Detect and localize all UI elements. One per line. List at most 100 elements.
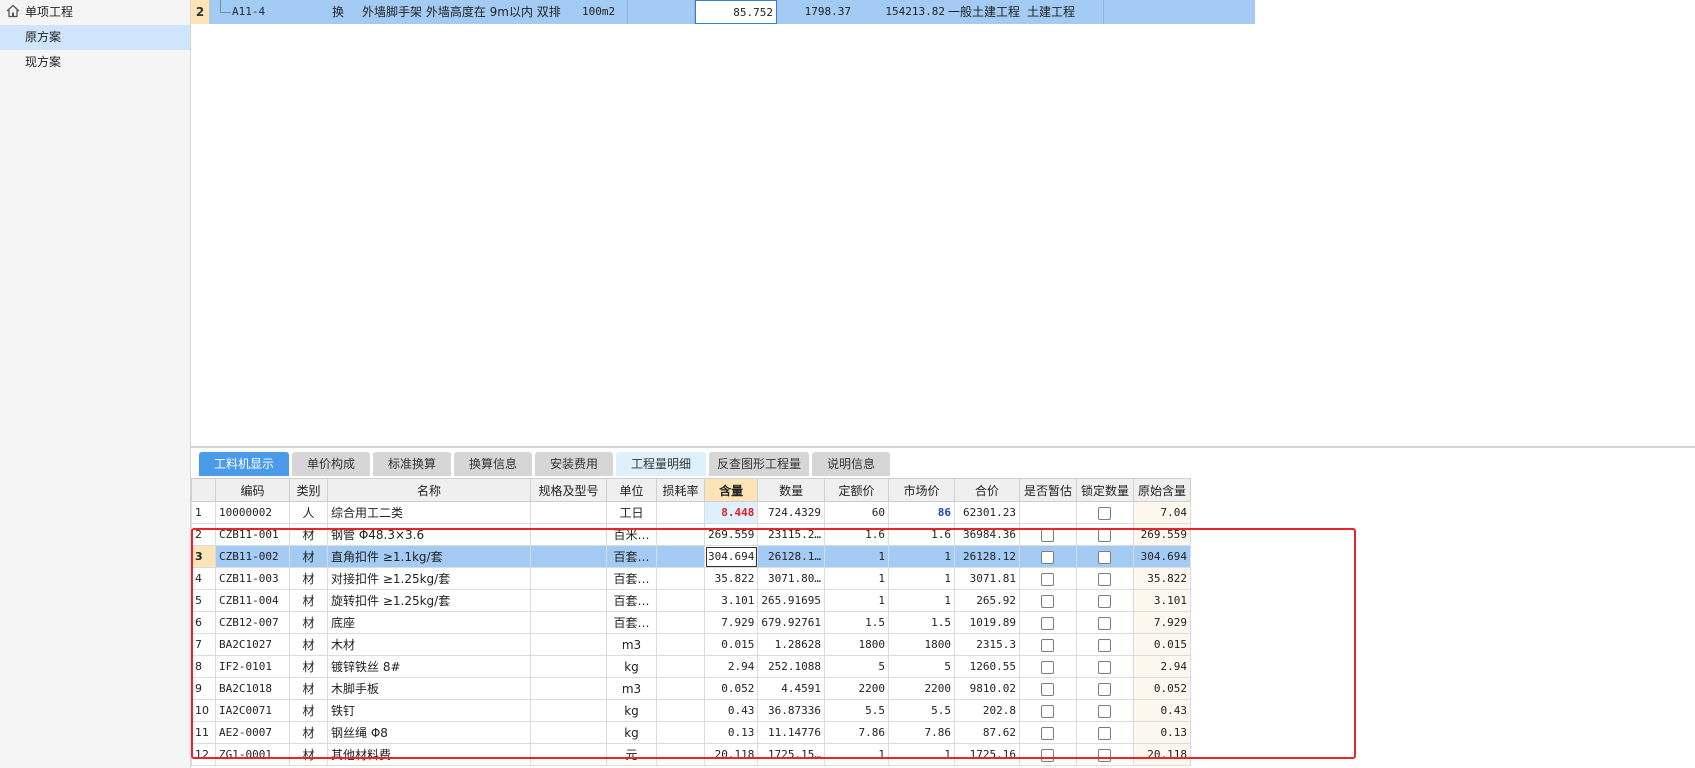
cell-spec[interactable] xyxy=(530,523,607,546)
cell-market-price[interactable]: 7.86 xyxy=(887,721,955,744)
cell-content[interactable]: 0.13 xyxy=(703,721,759,744)
header-amount[interactable]: 数量 xyxy=(757,478,825,502)
cell-content[interactable]: 3.101 xyxy=(703,589,759,612)
checkbox[interactable] xyxy=(1098,660,1112,674)
header-spec[interactable]: 规格及型号 xyxy=(530,478,607,502)
cell-market-price[interactable]: 1800 xyxy=(887,633,955,656)
table-row[interactable]: 10 IA2C0071 材铁钉 kg 0.43 36.87336 5.5 5.5 202.8 0.… xyxy=(191,699,1191,722)
header-lock-quantity[interactable]: 锁定数量 xyxy=(1075,478,1134,502)
cell-spec[interactable] xyxy=(530,501,607,524)
table-row[interactable]: 4 CZB11-003 材对接扣件 ≥1.25kg/套 百套… 35.822 3071.8… xyxy=(191,567,1191,590)
checkbox[interactable] xyxy=(1041,638,1055,652)
cell-loss-rate[interactable] xyxy=(656,677,705,700)
cell-loss-rate[interactable] xyxy=(656,501,705,524)
item-row-selected[interactable]: 2 A11-4 换 外墙脚手架 外墙高度在 9m以内 双排 100m2 85.7… xyxy=(191,0,1255,24)
header-unit[interactable]: 单位 xyxy=(606,478,657,502)
cell-loss-rate[interactable] xyxy=(656,545,705,568)
cell-market-price[interactable]: 1.5 xyxy=(887,611,955,634)
tab-unit-price-composition[interactable]: 单价构成 xyxy=(292,452,370,476)
cell-market-price[interactable]: 1 xyxy=(887,743,955,766)
header-total[interactable]: 合价 xyxy=(953,478,1020,502)
tab-installation-cost[interactable]: 安装费用 xyxy=(535,452,613,476)
table-row[interactable]: 12 ZG1-0001 材其他材料费元 20.118 1725.15… 1 1 1725.16… xyxy=(191,743,1191,766)
cell-loss-rate[interactable] xyxy=(656,699,705,722)
cell-content[interactable]: 0.015 xyxy=(703,633,759,656)
table-row[interactable]: 1 10000002 人综合用工二类 工日 8.448 724.4329 60 86 62301… xyxy=(191,501,1191,524)
tab-quantity-detail[interactable]: 工程量明细 xyxy=(616,452,706,476)
cell-content[interactable]: 2.94 xyxy=(703,655,759,678)
table-row[interactable]: 9 BA2C1018 材木脚手板 m3 0.052 4.4591 2200 2200 9810.… xyxy=(191,677,1191,700)
checkbox[interactable] xyxy=(1098,550,1112,564)
cell-loss-rate[interactable] xyxy=(656,589,705,612)
header-category[interactable]: 类别 xyxy=(289,478,328,502)
item-quantity-input[interactable]: 85.752 xyxy=(695,0,777,24)
header-content[interactable]: 含量 xyxy=(703,478,759,502)
cell-spec[interactable] xyxy=(530,655,607,678)
cell-content[interactable]: 0.052 xyxy=(703,677,759,700)
cell-spec[interactable] xyxy=(530,699,607,722)
checkbox[interactable] xyxy=(1098,594,1112,608)
cell-content[interactable]: 269.559 xyxy=(703,523,759,546)
table-row[interactable]: 2 CZB11-001 材钢管 Φ48.3×3.6 百米… 269.559 23115.2… xyxy=(191,523,1191,546)
cell-loss-rate[interactable] xyxy=(656,743,705,766)
cell-market-price[interactable]: 1.6 xyxy=(887,523,955,546)
header-code[interactable]: 编码 xyxy=(215,478,290,502)
tree-item-current-plan[interactable]: 现方案 xyxy=(0,50,190,75)
tree-root-item[interactable]: 单项工程 xyxy=(0,0,190,25)
cell-loss-rate[interactable] xyxy=(656,611,705,634)
checkbox[interactable] xyxy=(1041,572,1055,586)
header-market-price[interactable]: 市场价 xyxy=(887,478,955,502)
header-original-content[interactable]: 原始含量 xyxy=(1132,478,1191,502)
cell-market-price[interactable]: 1 xyxy=(887,567,955,590)
tab-conversion-info[interactable]: 换算信息 xyxy=(454,452,532,476)
table-row[interactable]: 7 BA2C1027 材木材 m3 0.015 1.28628 1800 1800 2315.3… xyxy=(191,633,1191,656)
cell-spec[interactable] xyxy=(530,611,607,634)
tab-reverse-graphic-quantity[interactable]: 反查图形工程量 xyxy=(709,452,809,476)
table-row[interactable]: 6 CZB12-007 材底座 百套… 7.929 679.92761 1.5 1.5 1019… xyxy=(191,611,1191,634)
cell-spec[interactable] xyxy=(530,545,607,568)
checkbox[interactable] xyxy=(1098,682,1112,696)
checkbox[interactable] xyxy=(1041,660,1055,674)
cell-loss-rate[interactable] xyxy=(656,567,705,590)
checkbox[interactable] xyxy=(1098,572,1112,586)
cell-market-price[interactable]: 86 xyxy=(887,501,955,524)
checkbox[interactable] xyxy=(1098,506,1112,520)
checkbox[interactable] xyxy=(1041,550,1055,564)
table-row[interactable]: 5 CZB11-004 材旋转扣件 ≥1.25kg/套 百套… 3.101 265.916… xyxy=(191,589,1191,612)
checkbox[interactable] xyxy=(1041,682,1055,696)
cell-spec[interactable] xyxy=(530,589,607,612)
cell-market-price[interactable]: 1 xyxy=(887,545,955,568)
table-row[interactable]: 3 CZB11-002 材直角扣件 ≥1.1kg/套 百套… 304.694 26128.… xyxy=(191,545,1191,568)
checkbox[interactable] xyxy=(1098,726,1112,740)
header-loss-rate[interactable]: 损耗率 xyxy=(656,478,705,502)
cell-content[interactable]: 35.822 xyxy=(703,567,759,590)
cell-spec[interactable] xyxy=(530,567,607,590)
cell-market-price[interactable]: 5.5 xyxy=(887,699,955,722)
table-row[interactable]: 11 AE2-0007 材钢丝绳 Φ8 kg 0.13 11.14776 7.86 7.86 8… xyxy=(191,721,1191,744)
cell-market-price[interactable]: 1 xyxy=(887,589,955,612)
table-row[interactable]: 8 IF2-0101 材镀锌铁丝 8# kg 2.94 252.1088 5 5 1260.55… xyxy=(191,655,1191,678)
cell-content[interactable]: 20.118 xyxy=(703,743,759,766)
cell-spec[interactable] xyxy=(530,743,607,766)
tab-labor-material-machine[interactable]: 工料机显示 xyxy=(199,452,289,476)
header-name[interactable]: 名称 xyxy=(327,478,531,502)
checkbox[interactable] xyxy=(1041,594,1055,608)
header-provisional[interactable]: 是否暂估 xyxy=(1018,478,1077,502)
cell-content[interactable]: 8.448 xyxy=(703,501,759,524)
checkbox[interactable] xyxy=(1098,616,1112,630)
checkbox[interactable] xyxy=(1041,616,1055,630)
tab-description-info[interactable]: 说明信息 xyxy=(812,452,890,476)
cell-content[interactable]: 7.929 xyxy=(703,611,759,634)
cell-spec[interactable] xyxy=(530,633,607,656)
checkbox[interactable] xyxy=(1098,638,1112,652)
header-base-price[interactable]: 定额价 xyxy=(823,478,889,502)
cell-spec[interactable] xyxy=(530,677,607,700)
cell-loss-rate[interactable] xyxy=(656,523,705,546)
checkbox[interactable] xyxy=(1098,704,1112,718)
cell-market-price[interactable]: 2200 xyxy=(887,677,955,700)
cell-loss-rate[interactable] xyxy=(656,633,705,656)
checkbox[interactable] xyxy=(1041,748,1055,762)
checkbox[interactable] xyxy=(1098,748,1112,762)
tab-standard-conversion[interactable]: 标准换算 xyxy=(373,452,451,476)
tree-item-original-plan[interactable]: 原方案 xyxy=(0,25,190,50)
